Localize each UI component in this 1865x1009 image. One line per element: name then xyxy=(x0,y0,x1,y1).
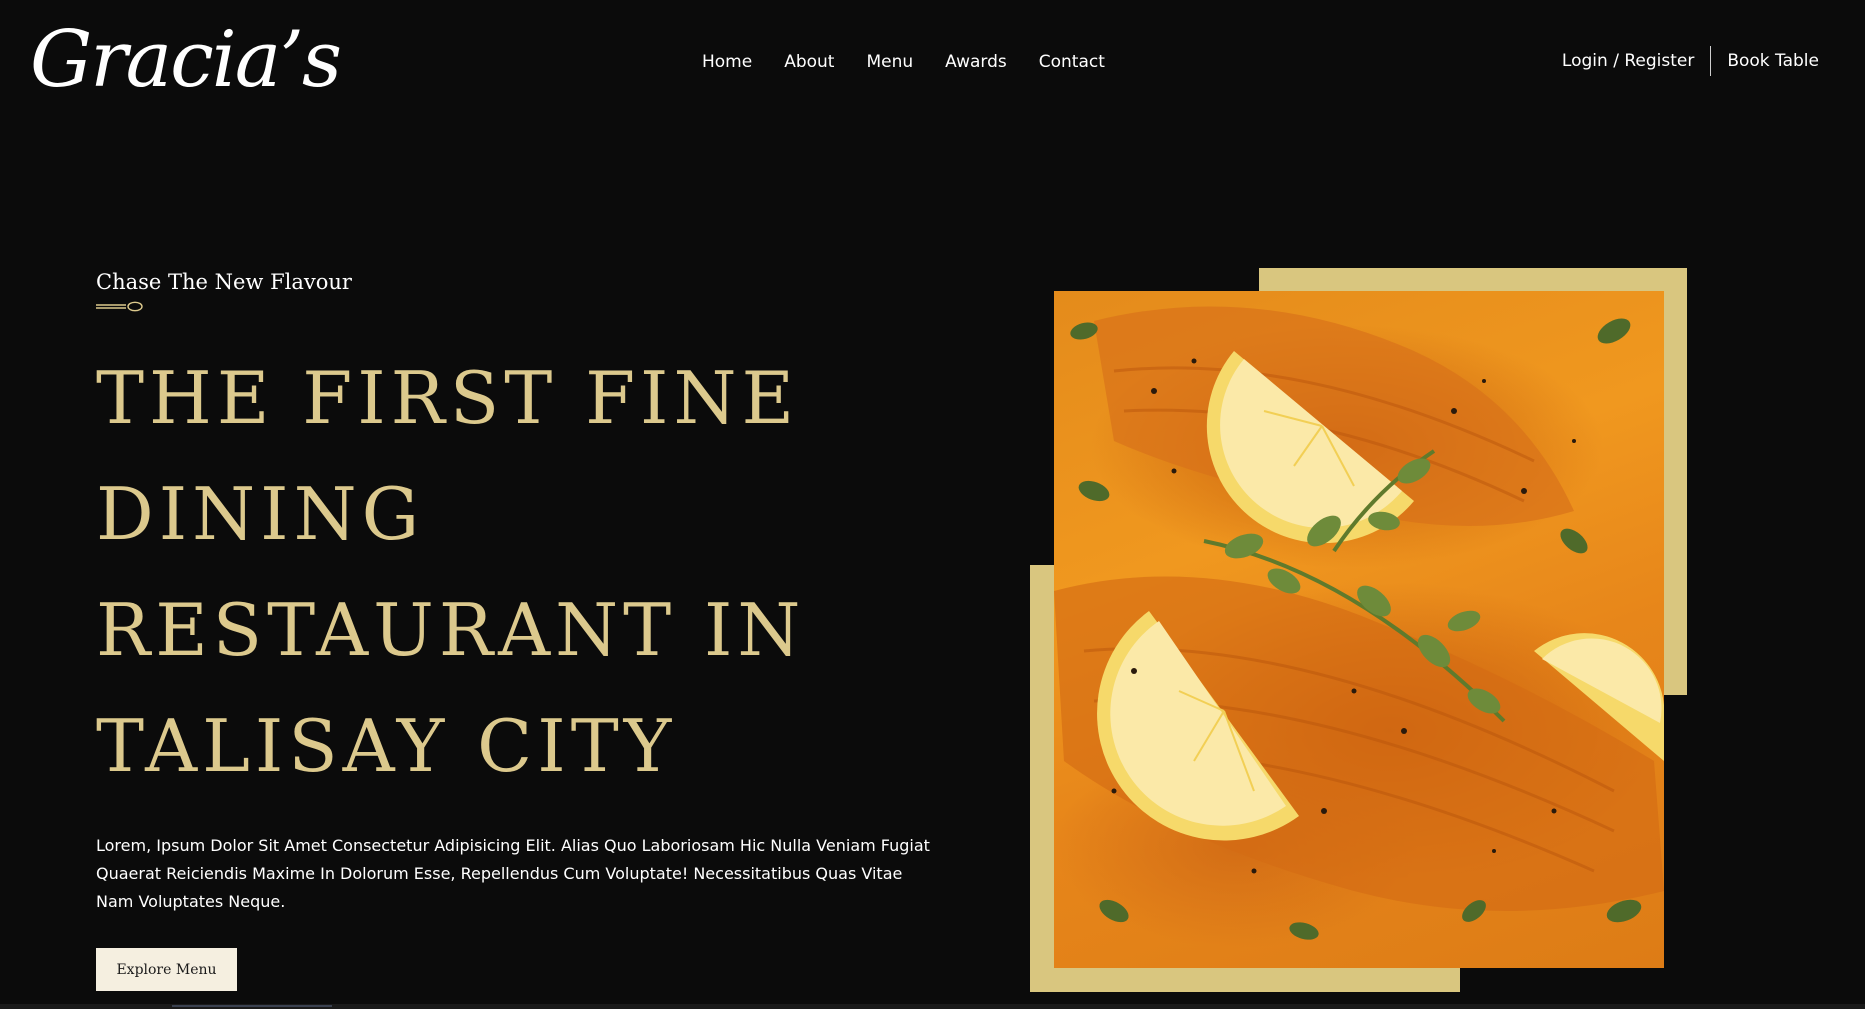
nav-item-home[interactable]: Home xyxy=(702,48,752,76)
page: Gracia’s Home About Menu Awards Contact … xyxy=(0,0,1865,1009)
hero-tagline: Chase The New Flavour xyxy=(96,270,352,294)
brand-logo[interactable]: Gracia’s xyxy=(30,10,342,110)
scrollbar-thumb[interactable] xyxy=(172,1005,332,1007)
header-divider xyxy=(1710,46,1712,76)
bottom-scrollbar[interactable] xyxy=(0,1004,1865,1009)
header-actions: Login / Register Book Table xyxy=(1562,46,1819,76)
main-nav: Home About Menu Awards Contact xyxy=(702,48,1105,76)
hero-description: Lorem, Ipsum Dolor Sit Amet Consectetur … xyxy=(96,836,930,911)
hero-headline: THE FIRST FINE DINING RESTAURANT IN TALI… xyxy=(96,356,806,788)
nav-item-menu[interactable]: Menu xyxy=(866,48,913,76)
explore-menu-button[interactable]: Explore Menu xyxy=(96,948,237,991)
hero-food-image xyxy=(1054,291,1664,968)
book-table-link[interactable]: Book Table xyxy=(1727,47,1819,75)
spoon-icon xyxy=(96,301,143,312)
nav-item-contact[interactable]: Contact xyxy=(1039,48,1105,76)
nav-item-awards[interactable]: Awards xyxy=(945,48,1007,76)
login-register-link[interactable]: Login / Register xyxy=(1562,47,1694,75)
nav-item-about[interactable]: About xyxy=(784,48,834,76)
salmon-dish-illustration xyxy=(1054,306,1664,940)
